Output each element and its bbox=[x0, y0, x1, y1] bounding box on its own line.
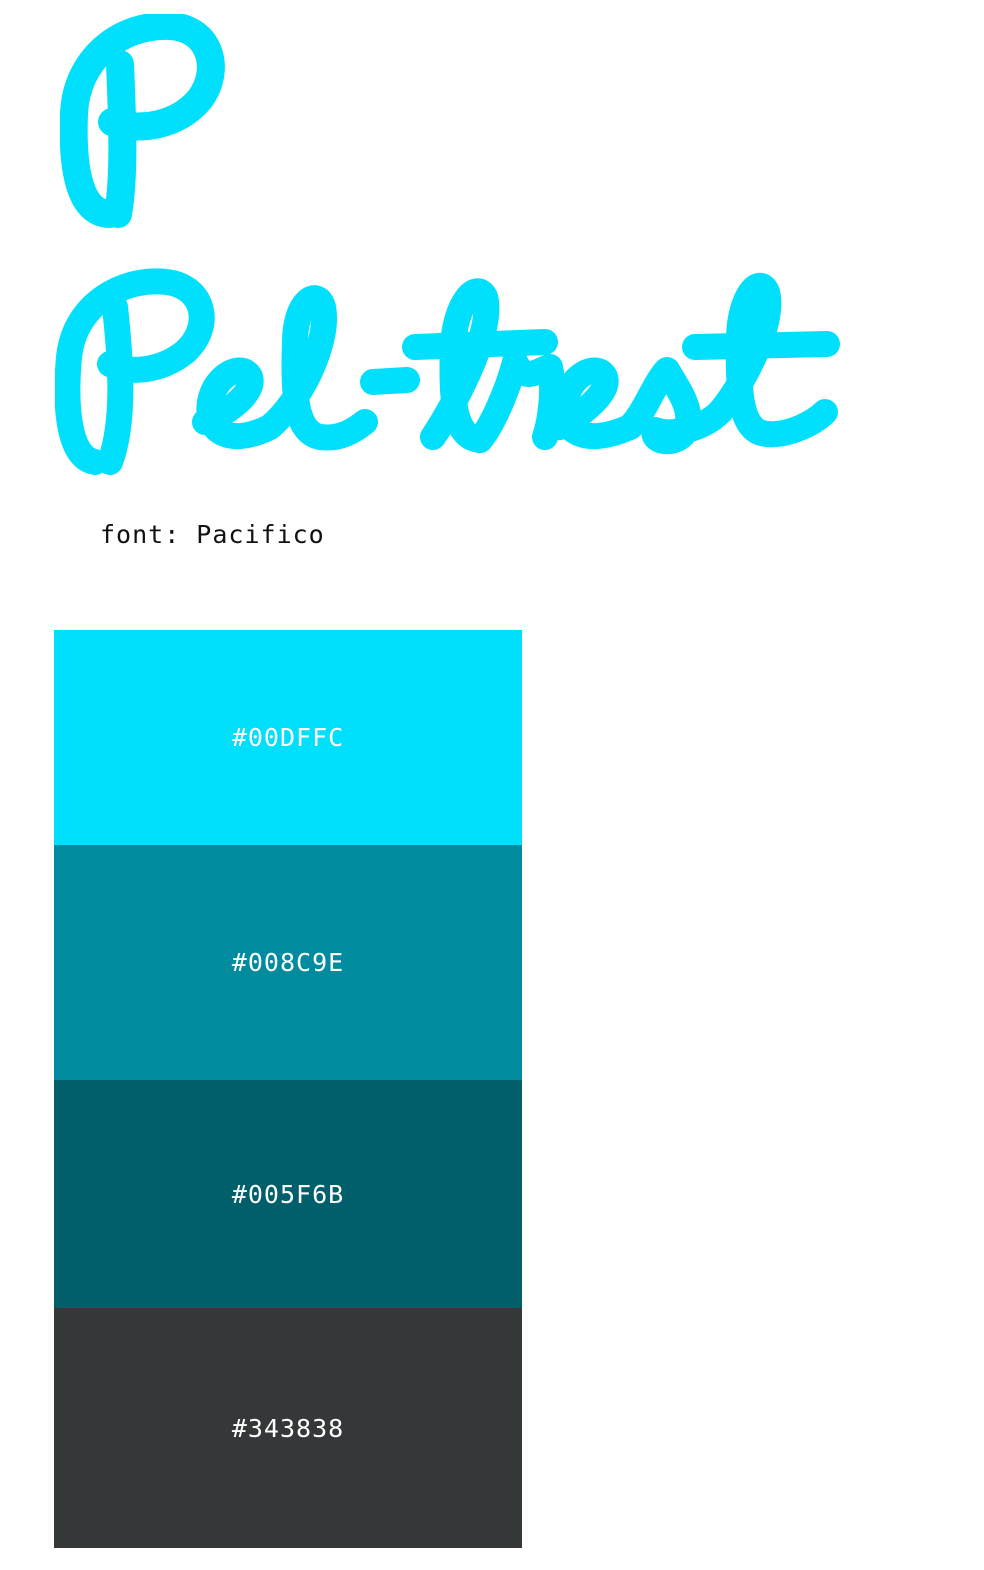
swatch-primary: #00DFFC bbox=[54, 630, 522, 845]
wordmark-letter-t2 bbox=[420, 278, 500, 453]
wordmark-logo bbox=[55, 268, 840, 475]
swatch-secondary: #008C9E bbox=[54, 845, 522, 1080]
swatch-code: #00DFFC bbox=[231, 723, 345, 752]
color-palette: #00DFFC #008C9E #005F6B #343838 bbox=[54, 630, 522, 1548]
monogram-p-stroke bbox=[60, 14, 225, 228]
swatch-tertiary: #005F6B bbox=[54, 1080, 522, 1308]
wordmark-hyphen bbox=[360, 367, 420, 395]
swatch-code: #005F6B bbox=[231, 1179, 345, 1209]
wordmark-letter-r bbox=[467, 349, 566, 453]
swatch-dark: #343838 bbox=[54, 1308, 522, 1548]
font-caption: font: Pacifico bbox=[100, 520, 325, 549]
wordmark-t3-cross bbox=[682, 331, 840, 360]
wordmark-letter-t3 bbox=[707, 272, 838, 448]
monogram-logo bbox=[60, 14, 225, 228]
swatch-code: #343838 bbox=[231, 1413, 345, 1443]
swatch-code: #008C9E bbox=[231, 948, 345, 977]
wordmark-letter-s bbox=[617, 357, 733, 455]
wordmark-t2-cross bbox=[402, 329, 558, 360]
wordmark-letter-t bbox=[257, 285, 378, 451]
wordmark-letter-p bbox=[55, 268, 215, 475]
